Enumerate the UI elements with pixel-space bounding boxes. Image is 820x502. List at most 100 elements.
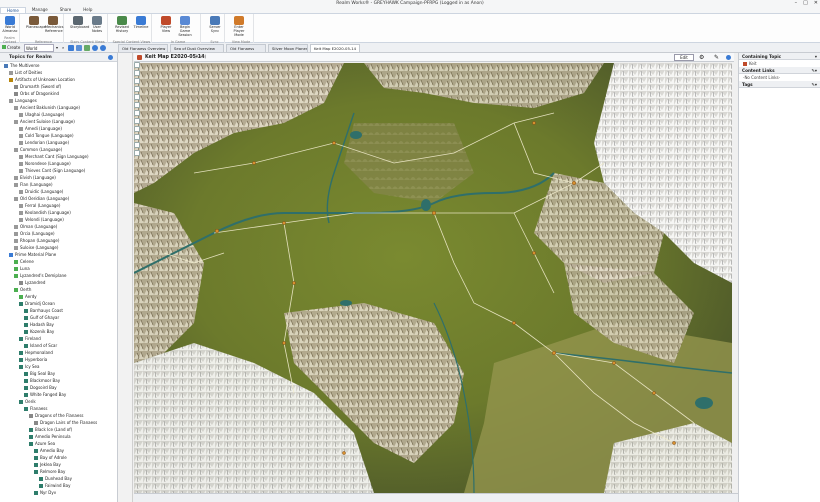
info-icon[interactable] <box>726 55 731 60</box>
map-canvas[interactable] <box>134 63 732 493</box>
map-tools-icon[interactable]: ✎ <box>714 54 719 61</box>
layer-tool-icon[interactable] <box>134 94 140 100</box>
add-tag-icon[interactable]: ✎▾ <box>811 81 817 88</box>
forward-icon[interactable] <box>100 45 106 51</box>
ribbon-button-4-0[interactable]: Player View <box>158 16 174 34</box>
tree-item[interactable]: White Fanged Bay <box>24 391 66 398</box>
fog-tool-icon[interactable] <box>134 142 140 148</box>
tree-item[interactable]: Bay of Adrole <box>34 454 67 461</box>
document-tab-0[interactable]: Old Flanaess Overview <box>118 44 168 52</box>
tree-item[interactable]: Black Ice (Land of) <box>29 426 72 433</box>
tree-item[interactable]: Merchant Cant (Sign Language) <box>19 153 89 160</box>
zoom-in-icon[interactable] <box>134 70 140 76</box>
tree-item[interactable]: Jeklea Bay <box>34 461 61 468</box>
ribbon-button-3-1[interactable]: Timeline <box>133 16 149 30</box>
tree-item[interactable]: Hadash Bay <box>24 321 54 328</box>
tree-item[interactable]: Norondese (Language) <box>19 160 71 167</box>
tree-item[interactable]: Amedio Bay <box>34 447 64 454</box>
tree-item[interactable]: Relmore Bay <box>34 468 65 475</box>
refresh-icon[interactable] <box>76 45 82 51</box>
tree-item[interactable]: Amedi (Language) <box>19 125 62 132</box>
ribbon-button-1-1[interactable]: Mechanics Reference <box>45 16 63 34</box>
tree-item[interactable]: Dragons of the Flanaess <box>29 412 84 419</box>
tree-item[interactable]: Dramidj Ocean <box>19 300 55 307</box>
tree-item[interactable]: Rhopan (Language) <box>14 237 59 244</box>
tree-item[interactable]: The Multiverse <box>4 62 40 69</box>
ribbon-button-6-0[interactable]: Enter Player Mode <box>231 16 247 37</box>
tree-item[interactable]: Thieves Cant (Sign Language) <box>19 167 85 174</box>
select-tool-icon[interactable] <box>134 126 140 132</box>
document-tab-1[interactable]: Sea of Dust Overview <box>170 44 224 52</box>
tree-item[interactable]: Elvish (Language) <box>14 174 56 181</box>
tree-item[interactable]: Icy Sea <box>19 363 39 370</box>
tree-item[interactable]: Flan (Language) <box>14 181 53 188</box>
tree-item[interactable]: Flanaess <box>24 405 47 412</box>
search-icon[interactable]: ⌕ <box>62 44 64 52</box>
tree-item[interactable]: Common (Language) <box>14 146 62 153</box>
zoom-out-icon[interactable] <box>134 78 140 84</box>
tree-item[interactable]: Oerth <box>14 286 31 293</box>
pan-tool-icon[interactable] <box>134 62 140 68</box>
tree-item[interactable]: Fireland <box>19 335 41 342</box>
tree-item[interactable]: Suloise (Language) <box>14 244 58 251</box>
tree-item[interactable]: Drumarth (Sword of) <box>14 83 61 90</box>
label-tool-icon[interactable] <box>134 150 140 156</box>
ribbon-button-0-0[interactable]: World Almanac <box>2 16 18 34</box>
containing-topic-link[interactable]: Keit <box>739 60 820 67</box>
grid-tool-icon[interactable] <box>134 134 140 140</box>
tree-item[interactable]: Nyr Dyv <box>34 489 56 496</box>
pin-tool-icon[interactable] <box>134 86 140 92</box>
close-icon[interactable]: ✕ <box>814 0 818 7</box>
ribbon-button-5-0[interactable]: Server Sync <box>207 16 223 34</box>
ribbon-button-3-0[interactable]: Revised History <box>114 16 130 34</box>
dropdown-icon[interactable]: ▾ <box>56 44 60 52</box>
tree-item[interactable]: Gulf of Ghayar <box>24 314 59 321</box>
create-button[interactable]: Create <box>2 44 20 52</box>
tree-item[interactable]: Luna <box>14 265 30 272</box>
tree-item[interactable]: Blackmoor Bay <box>24 377 60 384</box>
tree-item[interactable]: Celene <box>14 258 34 265</box>
tree-item[interactable]: Hepmonaland <box>19 349 53 356</box>
tree-item[interactable]: Ferral (Language) <box>19 202 60 209</box>
tree-item[interactable]: Barrhauys Coast <box>24 307 63 314</box>
help-icon[interactable] <box>108 55 113 60</box>
tree-item[interactable]: Fairwind Bay <box>39 482 70 489</box>
tree-item[interactable]: Ulaghai (Language) <box>19 111 64 118</box>
tree-item[interactable]: Amedio Peninsula <box>29 433 71 440</box>
collapse-icon[interactable]: ▾ <box>815 53 817 60</box>
tree-item[interactable]: Cold Tongue (Language) <box>19 132 74 139</box>
tree-item[interactable]: Kozenik Bay <box>24 328 54 335</box>
add-link-icon[interactable]: ✎▾ <box>811 67 817 74</box>
terrain-map[interactable] <box>134 63 732 493</box>
tree-item[interactable]: Island of Scar <box>24 342 57 349</box>
map-settings-icon[interactable]: ⚙ <box>699 54 704 61</box>
tree-item[interactable]: Big Seal Bay <box>24 370 55 377</box>
edit-button[interactable]: Edit <box>674 54 694 61</box>
maximize-icon[interactable]: □ <box>803 0 808 7</box>
tree-item[interactable]: Old Oeridian (Language) <box>14 195 69 202</box>
tree-item[interactable]: Lyzandred <box>19 279 45 286</box>
tree-item[interactable]: Olman (Language) <box>14 223 57 230</box>
tree-item[interactable]: Lyzandred's Demiplane <box>14 272 67 279</box>
navigate-icon[interactable] <box>68 45 74 51</box>
document-tab-2[interactable]: Old Flanaess <box>226 44 266 52</box>
tree-item[interactable]: Azure Sea <box>29 440 55 447</box>
ribbon-button-2-1[interactable]: User Notes <box>89 16 105 34</box>
back-icon[interactable] <box>92 45 98 51</box>
tree-item[interactable]: List of Deities <box>9 69 42 76</box>
ribbon-button-4-1[interactable]: Begin Game Session <box>177 16 193 37</box>
tree-item[interactable]: Aerdy <box>19 293 37 300</box>
minimize-icon[interactable]: – <box>795 0 798 7</box>
tree-item[interactable]: Dunhead Bay <box>39 475 72 482</box>
tree-scrollbar[interactable] <box>118 53 133 502</box>
measure-tool-icon[interactable] <box>134 102 140 108</box>
document-tab-3[interactable]: Silver Moon Planer <box>268 44 308 52</box>
tree-item[interactable]: Dogsoird Bay <box>24 384 57 391</box>
tree-item[interactable]: Artifacts of Unknown Location <box>9 76 75 83</box>
tree-item[interactable]: Orcia (Language) <box>14 230 55 237</box>
tree-item[interactable]: Hyperboria <box>19 356 47 363</box>
tree-item[interactable]: Velondi (Language) <box>19 216 64 223</box>
tree-item[interactable]: Prime Material Plane <box>9 251 56 258</box>
home-icon[interactable] <box>84 45 90 51</box>
tree-item[interactable]: Ancient Suloise (Language) <box>14 118 75 125</box>
